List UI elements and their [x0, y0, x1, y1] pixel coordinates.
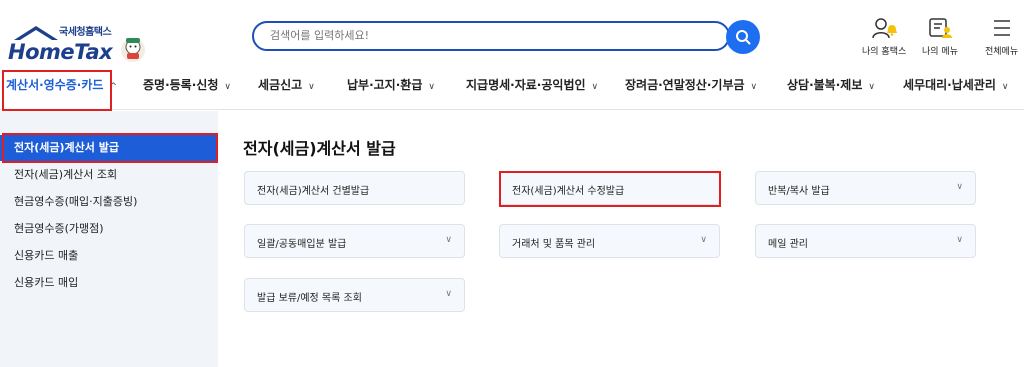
- card-repeat-copy-issue[interactable]: 반복/복사 발급 ∨: [755, 171, 976, 205]
- card-partner-item-manage[interactable]: 거래처 및 품목 관리 ∨: [499, 224, 720, 258]
- highlight-box-sidebar: [2, 133, 218, 163]
- highlight-box-card: [499, 171, 721, 207]
- gnb-item-incentive[interactable]: 장려금·연말정산·기부금 ∨: [625, 70, 757, 106]
- my-menu-button[interactable]: 나의 메뉴: [922, 16, 958, 57]
- mascot-icon: [121, 38, 145, 62]
- card-bulk-joint-issue[interactable]: 일괄/공동매입분 발급 ∨: [244, 224, 465, 258]
- my-menu-label: 나의 메뉴: [922, 47, 958, 57]
- card-label: 메일 관리: [768, 239, 808, 250]
- sidebar-item-cash-receipt-merchant[interactable]: 현금영수증(가맹점): [0, 216, 218, 242]
- gnb-item-label: 지급명세·자료·공익법인: [466, 78, 586, 92]
- gnb-item-label: 세금신고: [258, 78, 303, 92]
- chevron-down-icon: ∨: [428, 82, 435, 92]
- global-nav: 계산서·영수증·카드 ^ 증명·등록·신청 ∨ 세금신고 ∨ 납부·고지·환급 ∨ 지급…: [0, 70, 1024, 110]
- chevron-down-icon: ∨: [956, 235, 963, 245]
- sidebar-item-cash-receipt-purchase[interactable]: 현금영수증(매입·지출증빙): [0, 189, 218, 215]
- gnb-item-tax-agent[interactable]: 세무대리·납세관리 ∨: [903, 70, 1008, 106]
- logo-title: HomeTax: [8, 40, 113, 64]
- card-pending-scheduled-list[interactable]: 발급 보류/예정 목록 조회 ∨: [244, 278, 465, 312]
- card-label: 일괄/공동매입분 발급: [257, 239, 347, 250]
- card-label: 전자(세금)계산서 건별발급: [257, 186, 370, 197]
- gnb-item-payment-statement[interactable]: 지급명세·자료·공익법인 ∨: [466, 70, 598, 106]
- user-bell-icon: [872, 18, 898, 39]
- hometax-logo[interactable]: 국세청홈택스 HomeTax: [4, 12, 154, 64]
- header: 국세청홈택스 HomeTax 나의 홈택스: [0, 0, 1024, 70]
- all-menu-label: 전체메뉴: [985, 47, 1019, 57]
- hamburger-icon: [993, 20, 1010, 36]
- gnb-item-tax-report[interactable]: 세금신고 ∨: [258, 70, 315, 106]
- sidebar-item-label: 현금영수증(가맹점): [14, 222, 104, 235]
- gnb-item-certificate[interactable]: 증명·등록·신청 ∨: [143, 70, 231, 106]
- chevron-down-icon: ∨: [308, 82, 315, 92]
- chevron-down-icon: ∨: [591, 82, 599, 92]
- chevron-down-icon: ∨: [445, 289, 452, 299]
- my-hometax-label: 나의 홈택스: [862, 47, 907, 57]
- card-mail-manage[interactable]: 메일 관리 ∨: [755, 224, 976, 258]
- card-label: 발급 보류/예정 목록 조회: [257, 293, 362, 304]
- sidebar-item-label: 전자(세금)계산서 조회: [14, 168, 118, 181]
- gnb-item-consult[interactable]: 상담·불복·제보 ∨: [787, 70, 875, 106]
- gnb-item-label: 상담·불복·제보: [787, 78, 863, 92]
- card-label: 반복/복사 발급: [768, 186, 830, 197]
- chevron-down-icon: ∨: [700, 235, 707, 245]
- gnb-item-label: 장려금·연말정산·기부금: [625, 78, 745, 92]
- search-input[interactable]: [270, 29, 690, 42]
- card-label: 거래처 및 품목 관리: [512, 239, 596, 250]
- gnb-item-label: 납부·고지·환급: [347, 78, 423, 92]
- my-menu-icon: [929, 18, 952, 38]
- card-individual-issue[interactable]: 전자(세금)계산서 건별발급: [244, 171, 465, 205]
- chevron-down-icon: ∨: [868, 82, 875, 92]
- logo-subtitle: 국세청홈택스: [59, 27, 112, 38]
- chevron-down-icon: ∨: [1001, 82, 1009, 92]
- my-hometax-button[interactable]: 나의 홈택스: [862, 16, 906, 57]
- chevron-down-icon: ∨: [750, 82, 758, 92]
- gnb-item-payment[interactable]: 납부·고지·환급 ∨: [347, 70, 435, 106]
- page-title: 전자(세금)계산서 발급: [243, 139, 396, 158]
- sidebar-item-card-purchase[interactable]: 신용카드 매입: [0, 270, 218, 296]
- sidebar-item-label: 현금영수증(매입·지출증빙): [14, 195, 138, 208]
- chevron-down-icon: ∨: [956, 182, 963, 192]
- sidebar-item-card-sales[interactable]: 신용카드 매출: [0, 243, 218, 269]
- sidebar-item-label: 신용카드 매출: [14, 249, 79, 262]
- chevron-down-icon: ∨: [445, 235, 452, 245]
- chevron-down-icon: ∨: [224, 82, 231, 92]
- search-button[interactable]: [726, 20, 760, 54]
- highlight-box-gnb: [2, 70, 112, 111]
- sidebar-item-view-invoice[interactable]: 전자(세금)계산서 조회: [0, 162, 218, 188]
- search-icon: [736, 30, 751, 45]
- gnb-item-label: 세무대리·납세관리: [903, 78, 996, 92]
- sidebar-item-label: 신용카드 매입: [14, 276, 79, 289]
- search-box: [252, 21, 730, 51]
- gnb-item-label: 증명·등록·신청: [143, 78, 219, 92]
- all-menu-button[interactable]: 전체메뉴: [985, 16, 1018, 57]
